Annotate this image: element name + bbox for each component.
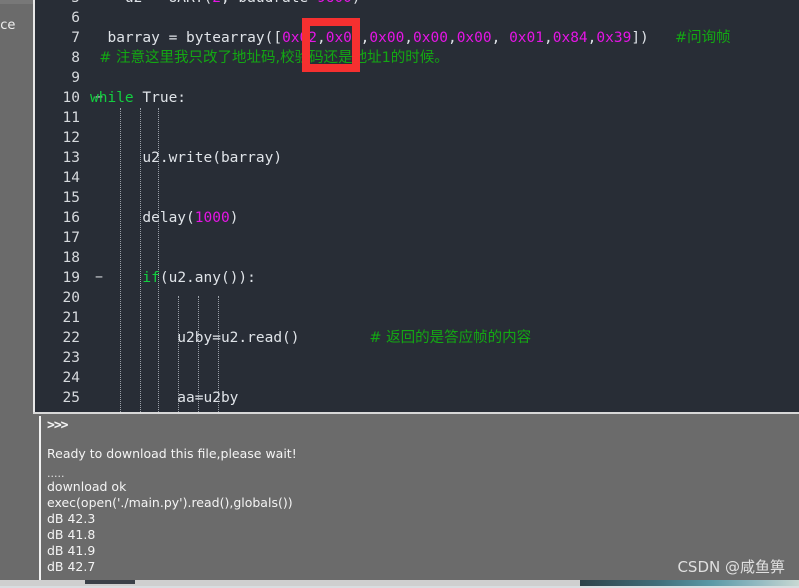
desktop-taskbar-strip xyxy=(0,580,799,588)
code-text: u2.write(barray) xyxy=(90,148,282,168)
line-number: 9 xyxy=(71,70,80,86)
code-token: ) xyxy=(229,210,239,226)
line-number: 11 xyxy=(62,110,80,126)
code-token: , xyxy=(544,30,553,46)
repl-console[interactable]: >>> Ready to download this file,please wa… xyxy=(33,412,799,580)
line-number: 25 xyxy=(62,390,80,406)
code-token: 2 xyxy=(212,0,221,6)
workspace-panel-label: pace xyxy=(0,18,16,33)
code-token: if xyxy=(142,270,160,286)
line-number: 8 xyxy=(71,50,80,66)
line-number: 13 xyxy=(62,150,80,166)
line-number: 12 xyxy=(62,130,80,146)
code-text: # 注意这里我只改了地址码,校验码还是地址1的时候。 xyxy=(90,48,449,68)
code-token: , xyxy=(491,30,510,46)
code-token: barray = bytearray([ xyxy=(90,30,283,46)
code-token: ]) xyxy=(631,30,675,46)
code-editor[interactable]: 5 u2 = UART(2, baudrate=9600) 6 7 barray =… xyxy=(35,0,799,412)
line-number: 19 xyxy=(62,270,80,286)
console-line: dB 42.7 xyxy=(47,559,96,574)
console-line: dB 42.3 xyxy=(47,511,96,526)
line-number: 6 xyxy=(71,10,80,26)
code-text: u2by=u2.read() # 返回的是答应帧的内容 xyxy=(90,328,531,348)
code-text: barray = bytearray([0x02,0x03,0x00,0x00,… xyxy=(90,28,731,48)
code-token: ) xyxy=(352,0,361,6)
console-line: dB 41.8 xyxy=(47,527,96,542)
workspace-panel[interactable]: pace xyxy=(0,0,33,582)
code-text: u2 = UART(2, baudrate=9600) xyxy=(90,0,361,8)
line-number: 24 xyxy=(62,370,80,386)
code-token: while xyxy=(90,90,134,106)
line-number: 10 xyxy=(62,90,80,106)
code-token: u2by=u2.read() xyxy=(90,330,370,346)
line-number: 5 xyxy=(35,0,80,8)
workspace-panel-top-edge xyxy=(0,0,33,4)
code-text: aa=u2by xyxy=(90,388,238,408)
line-number: 23 xyxy=(62,350,80,366)
code-token: u2.write(barray) xyxy=(90,150,283,166)
line-number: 7 xyxy=(71,30,80,46)
console-line: download ok xyxy=(47,479,127,494)
red-highlight-annotation xyxy=(302,18,360,72)
console-left-rule xyxy=(39,416,41,580)
line-number: 20 xyxy=(62,290,80,306)
code-token: 0x00 xyxy=(413,30,448,46)
line-number: 15 xyxy=(62,190,80,206)
code-text: delay(1000) xyxy=(90,208,238,228)
line-number: 21 xyxy=(62,310,80,326)
code-token: # 注意这里我只改了地址码,校验码还是地址1的时候。 xyxy=(90,50,449,66)
code-token: aa=u2by xyxy=(90,390,239,406)
screen-root: pace 5 u2 = UART(2, baudrate=9600) 6 7 bar… xyxy=(0,0,799,588)
repl-prompt[interactable]: >>> xyxy=(47,418,69,434)
taskbar-item[interactable] xyxy=(85,580,135,584)
code-token: u2 = UART( xyxy=(90,0,212,6)
code-token: 1000 xyxy=(194,210,230,226)
code-text: while True: xyxy=(90,88,186,108)
code-token: , baudrate= xyxy=(221,0,317,6)
console-line: dB 41.9 xyxy=(47,543,96,558)
line-number: 22 xyxy=(62,330,80,346)
code-token: 0x01 xyxy=(509,30,544,46)
code-token: 0x00 xyxy=(369,30,405,46)
code-token: 0x84 xyxy=(552,30,588,46)
csdn-watermark: CSDN @咸鱼箅 xyxy=(677,558,785,576)
code-token: , xyxy=(404,30,414,46)
code-token: delay( xyxy=(90,210,195,226)
line-number: 14 xyxy=(62,170,80,186)
code-token: # 返回的是答应帧的内容 xyxy=(369,330,532,346)
code-token: #问询帧 xyxy=(674,30,731,46)
code-token: (u2.any()): xyxy=(159,270,256,286)
line-number: 16 xyxy=(62,210,80,226)
console-line: Ready to download this file,please wait! xyxy=(47,446,297,461)
line-number: 18 xyxy=(62,250,80,266)
code-token: 0x39 xyxy=(596,30,632,46)
line-number: 17 xyxy=(62,230,80,246)
code-token: 9600 xyxy=(317,0,352,6)
code-text: if(u2.any()): xyxy=(90,268,256,288)
code-token: , xyxy=(447,30,457,46)
code-token: 0x00 xyxy=(456,30,492,46)
console-line: exec(open('./main.py').read(),globals()) xyxy=(47,495,293,510)
code-token: True: xyxy=(133,90,187,106)
